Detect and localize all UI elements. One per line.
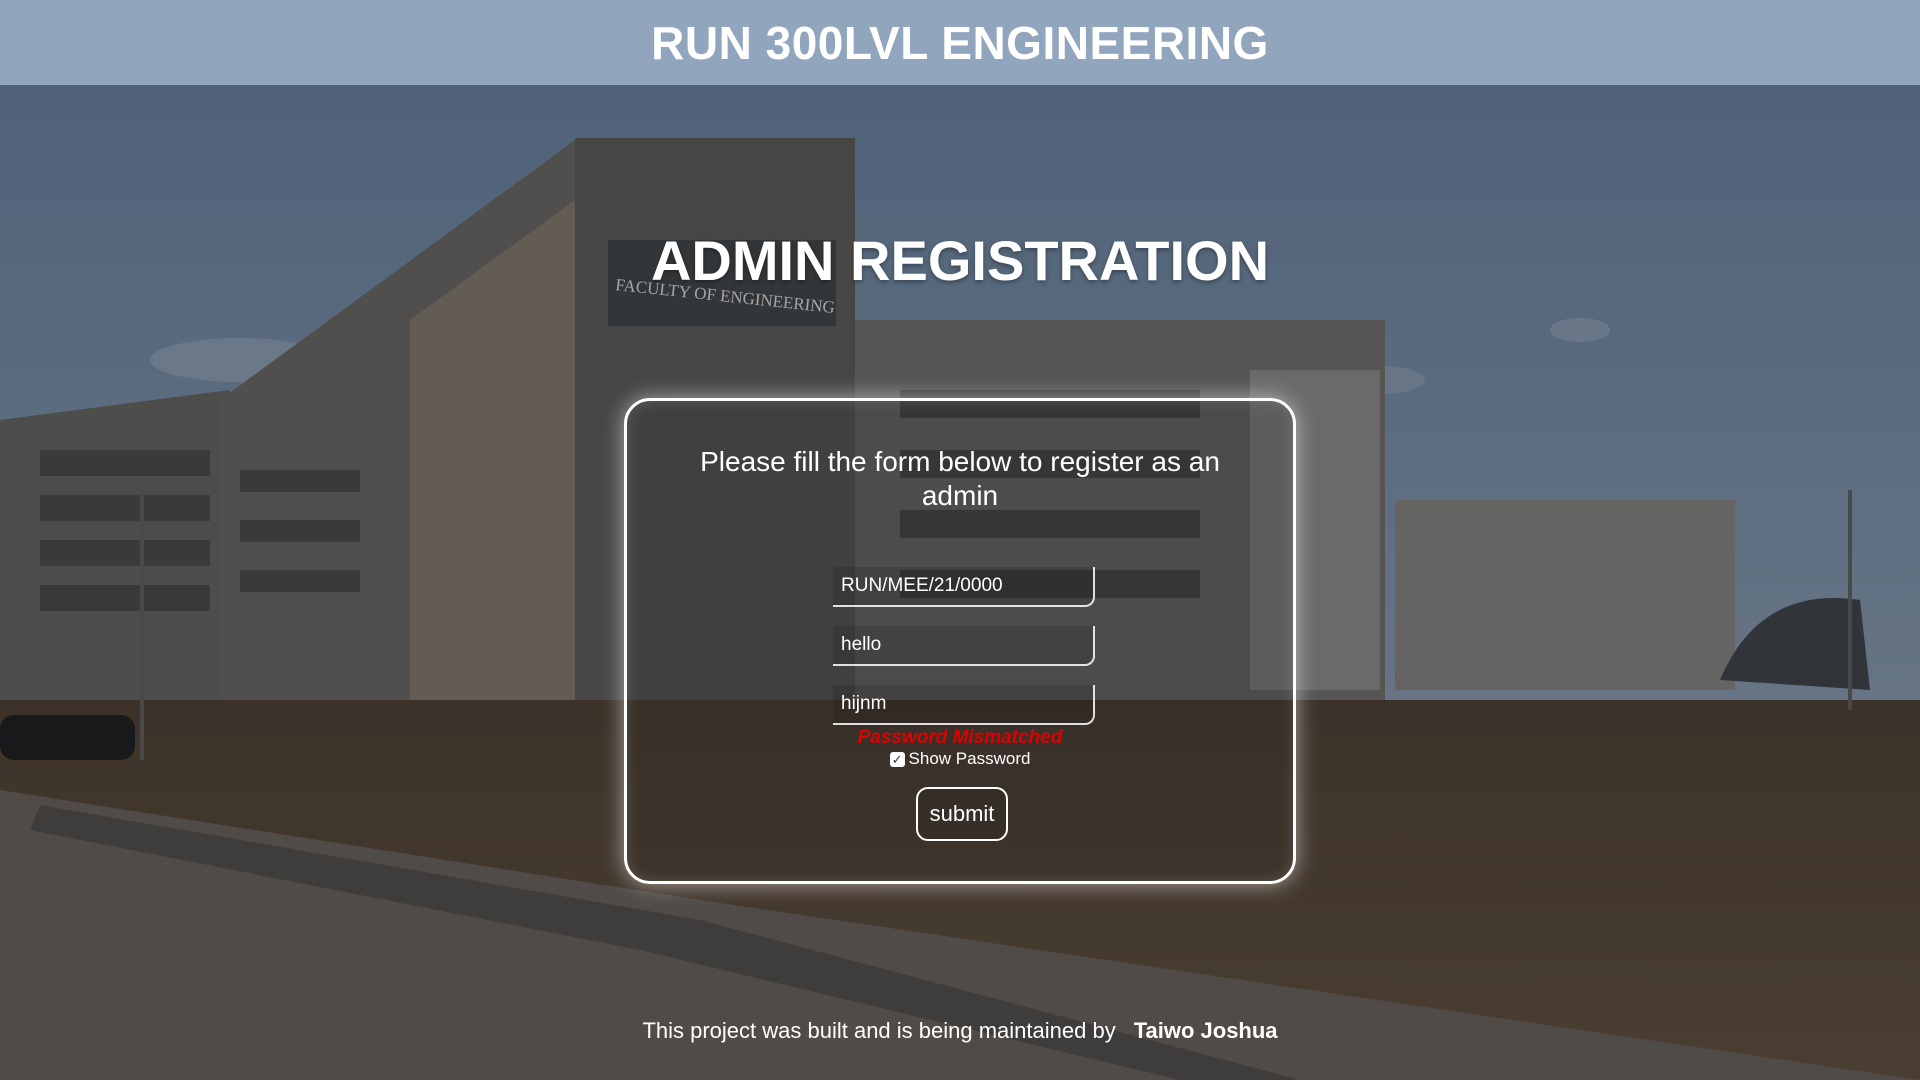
site-title: RUN 300LVL ENGINEERING bbox=[651, 16, 1269, 69]
form-instructions: Please fill the form below to register a… bbox=[700, 446, 1220, 511]
password-error-message: Password Mismatched bbox=[857, 727, 1063, 748]
site-header: RUN 300LVL ENGINEERING bbox=[0, 0, 1920, 85]
show-password-toggle[interactable]: ✓ Show Password bbox=[627, 749, 1293, 769]
show-password-label: Show Password bbox=[908, 749, 1031, 768]
matric-number-input[interactable] bbox=[833, 567, 1095, 607]
checkbox-checked-icon[interactable]: ✓ bbox=[889, 751, 905, 767]
page: FACULTY OF ENGINEERING RUN 300LVL ENGINE… bbox=[0, 0, 1920, 1080]
password-input[interactable] bbox=[833, 626, 1095, 666]
admin-registration-form: Please fill the form below to register a… bbox=[624, 398, 1296, 884]
page-title: ADMIN REGISTRATION bbox=[650, 229, 1270, 292]
submit-button[interactable]: submit bbox=[916, 787, 1008, 841]
confirm-password-input[interactable] bbox=[833, 685, 1095, 725]
footer: This project was built and is being main… bbox=[0, 1018, 1920, 1044]
footer-text: This project was built and is being main… bbox=[642, 1018, 1116, 1043]
footer-author: Taiwo Joshua bbox=[1133, 1018, 1278, 1043]
